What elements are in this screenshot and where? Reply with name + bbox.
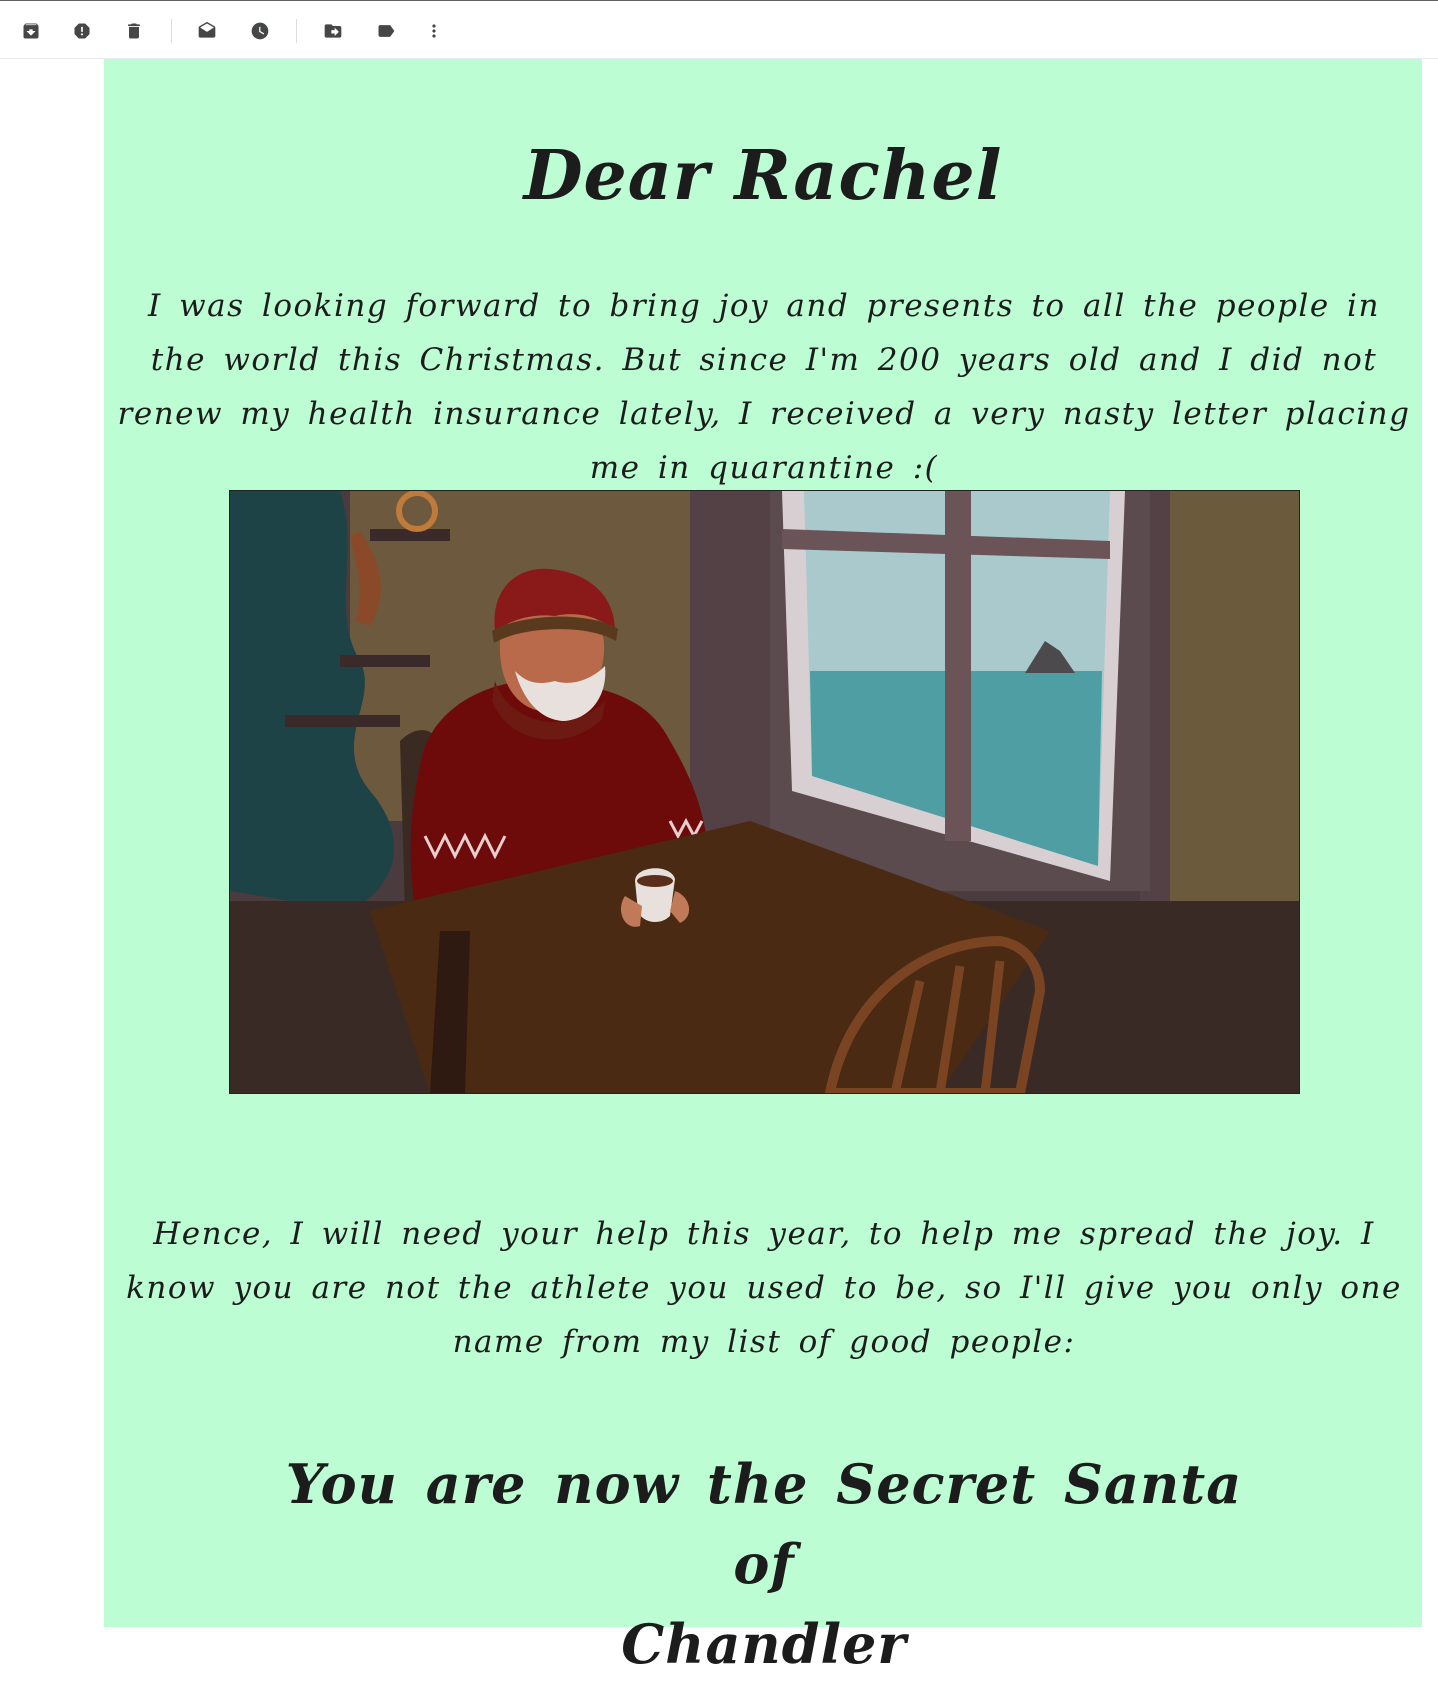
letter-title: Dear Rachel xyxy=(523,136,1003,216)
clock-icon xyxy=(251,22,269,40)
email-body: Dear Rachel I was looking forward to bri… xyxy=(104,59,1422,1676)
reveal-line: You are now the Secret Santa of xyxy=(285,1452,1243,1596)
more-vert-icon xyxy=(432,24,436,38)
report-spam-button[interactable] xyxy=(62,11,102,51)
archive-icon xyxy=(23,23,39,39)
shelf-bottom xyxy=(285,715,400,727)
letter-paragraph-request: Hence, I will need your help this year, … xyxy=(126,1216,1402,1360)
shelf-top xyxy=(370,529,450,541)
santa-illustration-art xyxy=(230,491,1299,1093)
letter-paragraph-intro: I was looking forward to bring joy and p… xyxy=(117,288,1411,486)
toolbar-divider xyxy=(171,19,172,43)
label-icon xyxy=(378,25,395,37)
mark-unread-button[interactable] xyxy=(187,11,227,51)
toolbar-divider xyxy=(296,19,297,43)
move-to-button[interactable] xyxy=(313,11,353,51)
santa-at-window-illustration xyxy=(229,490,1300,1094)
shelf-middle xyxy=(340,655,430,667)
secret-santa-reveal: You are now the Secret Santa of Chandler xyxy=(264,1444,1264,1684)
message-toolbar xyxy=(0,1,1438,59)
delete-button[interactable] xyxy=(114,11,154,51)
trash-icon xyxy=(128,23,140,39)
coffee xyxy=(637,875,673,887)
more-options-button[interactable] xyxy=(414,11,454,51)
mark-unread-icon xyxy=(198,21,216,38)
labels-button[interactable] xyxy=(366,11,406,51)
snooze-button[interactable] xyxy=(240,11,280,51)
report-spam-icon xyxy=(74,23,90,39)
move-to-folder-icon xyxy=(324,24,342,38)
recipient-name: Chandler xyxy=(621,1612,907,1676)
archive-button[interactable] xyxy=(11,11,51,51)
